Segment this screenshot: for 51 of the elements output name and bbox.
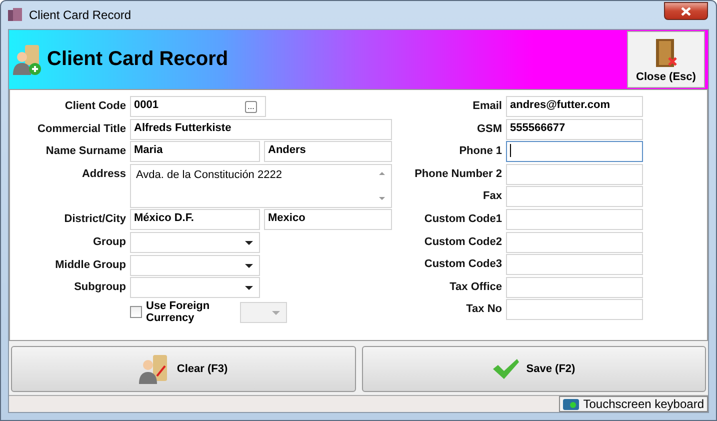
clear-button[interactable]: Clear (F3)	[11, 346, 356, 392]
field-label: Phone Number 2	[414, 166, 502, 182]
client-code-field[interactable]: 0001 ...	[130, 96, 266, 117]
checkbox-label: Use Foreign Currency	[146, 300, 211, 324]
close-button[interactable]	[664, 2, 708, 20]
header-title: Client Card Record	[47, 48, 230, 71]
text-field[interactable]: Mexico	[264, 209, 392, 230]
text-field[interactable]: Maria	[130, 141, 260, 162]
field-label: Group	[92, 234, 126, 250]
client-card-icon	[13, 42, 43, 76]
field-label: Custom Code3	[423, 257, 502, 272]
close-icon	[681, 6, 691, 16]
field-label: Subgroup	[73, 280, 126, 296]
field-label: Address	[80, 166, 126, 182]
field-label: Middle Group	[54, 258, 126, 273]
touchscreen-keyboard-button[interactable]: Touchscreen keyboard	[559, 396, 708, 412]
close-esc-button[interactable]: Close (Esc)	[627, 31, 705, 88]
field-label: Tax Office	[448, 280, 502, 295]
window-title: Client Card Record	[29, 8, 132, 22]
dropdown-arrow-icon	[245, 286, 253, 290]
dropdown[interactable]	[130, 277, 260, 298]
text-field[interactable]: México D.F.	[130, 209, 260, 230]
dropdown-arrow-icon	[245, 264, 253, 268]
field-label: Fax	[482, 189, 502, 204]
text-field[interactable]: Alfreds Futterkiste	[130, 118, 392, 140]
field-label: Name Surname	[44, 144, 126, 160]
browse-button[interactable]: ...	[245, 101, 257, 113]
field-label: Custom Code1	[423, 212, 502, 227]
text-field[interactable]: andres@futter.com	[506, 96, 643, 117]
text-field[interactable]	[506, 141, 643, 162]
dropdown-arrow-icon	[272, 310, 280, 315]
field-label: Tax No	[465, 302, 502, 318]
save-button[interactable]: Save (F2)	[362, 346, 706, 392]
field-label: GSM	[476, 122, 502, 137]
field-label: Phone 1	[458, 144, 502, 160]
checkmark-icon	[492, 358, 520, 380]
dropdown[interactable]	[130, 232, 260, 253]
checkbox[interactable]	[130, 306, 142, 318]
dropdown[interactable]	[130, 254, 260, 276]
field-label: Email	[472, 99, 502, 114]
address-field[interactable]: Avda. de la Constitución 2222	[130, 164, 392, 208]
field-label: Client Code	[64, 99, 126, 114]
text-field[interactable]: Anders	[264, 141, 392, 162]
door-icon	[653, 38, 679, 68]
dropdown-arrow-icon	[245, 240, 253, 245]
field-label: Commercial Title	[36, 122, 126, 137]
field-label: District/City	[63, 212, 126, 228]
keyboard-icon	[563, 398, 580, 410]
field-label: Custom Code2	[423, 234, 502, 250]
app-icon	[7, 7, 23, 23]
text-field[interactable]: 555566677	[506, 118, 643, 140]
